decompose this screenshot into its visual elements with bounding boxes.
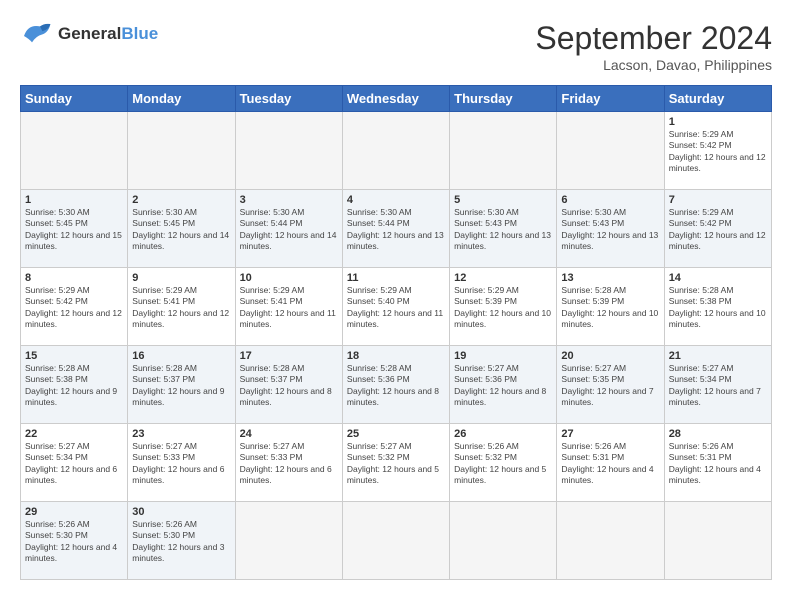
calendar-day-empty	[21, 112, 128, 190]
calendar-day-21: 21Sunrise: 5:27 AMSunset: 5:34 PMDayligh…	[664, 346, 771, 424]
calendar-day-16: 16Sunrise: 5:28 AMSunset: 5:37 PMDayligh…	[128, 346, 235, 424]
header-monday: Monday	[128, 86, 235, 112]
calendar-day-15: 15Sunrise: 5:28 AMSunset: 5:38 PMDayligh…	[21, 346, 128, 424]
logo-text: GeneralBlue	[58, 24, 158, 44]
calendar-day-14: 14Sunrise: 5:28 AMSunset: 5:38 PMDayligh…	[664, 268, 771, 346]
calendar-week-2: 1Sunrise: 5:30 AMSunset: 5:45 PMDaylight…	[21, 190, 772, 268]
calendar-day-empty	[664, 502, 771, 580]
calendar-day-empty	[450, 112, 557, 190]
logo: GeneralBlue	[20, 20, 158, 48]
calendar-day-24: 24Sunrise: 5:27 AMSunset: 5:33 PMDayligh…	[235, 424, 342, 502]
calendar-day-18: 18Sunrise: 5:28 AMSunset: 5:36 PMDayligh…	[342, 346, 449, 424]
calendar-header-row: SundayMondayTuesdayWednesdayThursdayFrid…	[21, 86, 772, 112]
calendar-day-9: 9Sunrise: 5:29 AMSunset: 5:41 PMDaylight…	[128, 268, 235, 346]
calendar-week-5: 22Sunrise: 5:27 AMSunset: 5:34 PMDayligh…	[21, 424, 772, 502]
calendar-day-20: 20Sunrise: 5:27 AMSunset: 5:35 PMDayligh…	[557, 346, 664, 424]
logo-icon	[20, 20, 52, 48]
calendar-day-8: 8Sunrise: 5:29 AMSunset: 5:42 PMDaylight…	[21, 268, 128, 346]
page: GeneralBlue September 2024 Lacson, Davao…	[0, 0, 792, 612]
calendar-day-empty	[235, 112, 342, 190]
calendar-day-3: 3Sunrise: 5:30 AMSunset: 5:44 PMDaylight…	[235, 190, 342, 268]
calendar-day-empty	[557, 112, 664, 190]
calendar-day-empty	[450, 502, 557, 580]
calendar-day-29: 29Sunrise: 5:26 AMSunset: 5:30 PMDayligh…	[21, 502, 128, 580]
calendar-day-2: 2Sunrise: 5:30 AMSunset: 5:45 PMDaylight…	[128, 190, 235, 268]
header: GeneralBlue September 2024 Lacson, Davao…	[20, 20, 772, 73]
calendar-table: SundayMondayTuesdayWednesdayThursdayFrid…	[20, 85, 772, 580]
calendar-day-10: 10Sunrise: 5:29 AMSunset: 5:41 PMDayligh…	[235, 268, 342, 346]
title-block: September 2024 Lacson, Davao, Philippine…	[535, 20, 772, 73]
calendar-body: 1Sunrise: 5:29 AMSunset: 5:42 PMDaylight…	[21, 112, 772, 580]
calendar-day-6: 6Sunrise: 5:30 AMSunset: 5:43 PMDaylight…	[557, 190, 664, 268]
calendar-day-1: 1Sunrise: 5:29 AMSunset: 5:42 PMDaylight…	[664, 112, 771, 190]
calendar-day-empty	[557, 502, 664, 580]
calendar-day-5: 5Sunrise: 5:30 AMSunset: 5:43 PMDaylight…	[450, 190, 557, 268]
calendar-day-empty	[235, 502, 342, 580]
calendar-day-empty	[128, 112, 235, 190]
calendar-day-25: 25Sunrise: 5:27 AMSunset: 5:32 PMDayligh…	[342, 424, 449, 502]
calendar-day-30: 30Sunrise: 5:26 AMSunset: 5:30 PMDayligh…	[128, 502, 235, 580]
header-saturday: Saturday	[664, 86, 771, 112]
calendar-day-26: 26Sunrise: 5:26 AMSunset: 5:32 PMDayligh…	[450, 424, 557, 502]
header-tuesday: Tuesday	[235, 86, 342, 112]
calendar-day-17: 17Sunrise: 5:28 AMSunset: 5:37 PMDayligh…	[235, 346, 342, 424]
calendar-day-27: 27Sunrise: 5:26 AMSunset: 5:31 PMDayligh…	[557, 424, 664, 502]
calendar-day-22: 22Sunrise: 5:27 AMSunset: 5:34 PMDayligh…	[21, 424, 128, 502]
month-title: September 2024	[535, 20, 772, 57]
calendar-day-12: 12Sunrise: 5:29 AMSunset: 5:39 PMDayligh…	[450, 268, 557, 346]
calendar-day-11: 11Sunrise: 5:29 AMSunset: 5:40 PMDayligh…	[342, 268, 449, 346]
header-thursday: Thursday	[450, 86, 557, 112]
calendar-week-6: 29Sunrise: 5:26 AMSunset: 5:30 PMDayligh…	[21, 502, 772, 580]
calendar-week-1: 1Sunrise: 5:29 AMSunset: 5:42 PMDaylight…	[21, 112, 772, 190]
header-sunday: Sunday	[21, 86, 128, 112]
location: Lacson, Davao, Philippines	[535, 57, 772, 73]
calendar-week-4: 15Sunrise: 5:28 AMSunset: 5:38 PMDayligh…	[21, 346, 772, 424]
calendar-day-28: 28Sunrise: 5:26 AMSunset: 5:31 PMDayligh…	[664, 424, 771, 502]
calendar-day-1: 1Sunrise: 5:30 AMSunset: 5:45 PMDaylight…	[21, 190, 128, 268]
calendar-day-empty	[342, 502, 449, 580]
calendar-week-3: 8Sunrise: 5:29 AMSunset: 5:42 PMDaylight…	[21, 268, 772, 346]
calendar-day-4: 4Sunrise: 5:30 AMSunset: 5:44 PMDaylight…	[342, 190, 449, 268]
calendar-day-empty	[342, 112, 449, 190]
calendar-day-23: 23Sunrise: 5:27 AMSunset: 5:33 PMDayligh…	[128, 424, 235, 502]
calendar-day-13: 13Sunrise: 5:28 AMSunset: 5:39 PMDayligh…	[557, 268, 664, 346]
header-friday: Friday	[557, 86, 664, 112]
calendar-day-7: 7Sunrise: 5:29 AMSunset: 5:42 PMDaylight…	[664, 190, 771, 268]
calendar-day-19: 19Sunrise: 5:27 AMSunset: 5:36 PMDayligh…	[450, 346, 557, 424]
header-wednesday: Wednesday	[342, 86, 449, 112]
